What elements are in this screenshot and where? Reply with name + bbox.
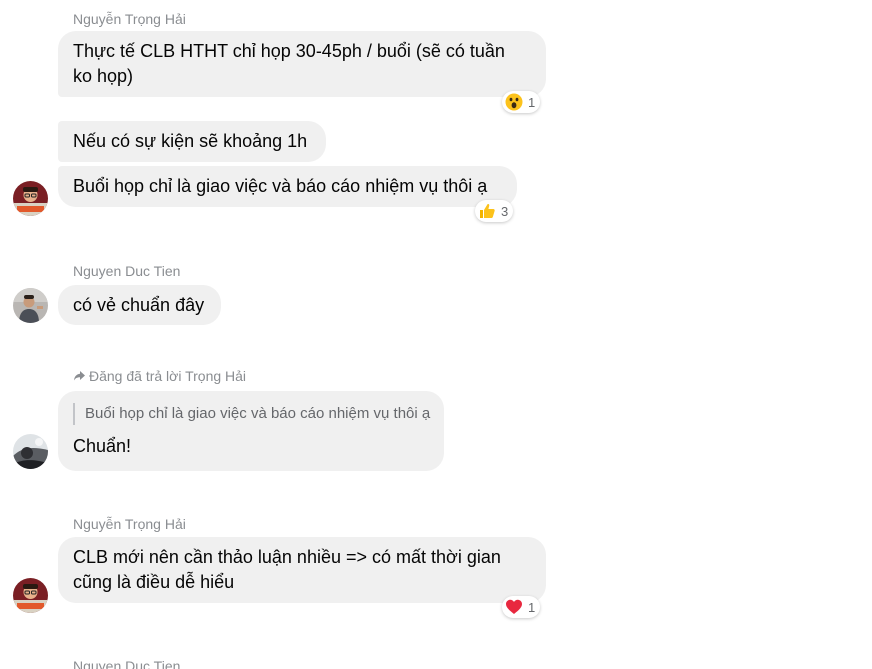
reaction-badge[interactable]: 3 — [475, 200, 514, 222]
reaction-count: 3 — [501, 203, 509, 219]
chat-thread: Nguyễn Trọng Hải Thực tế CLB HTHT chỉ họ… — [0, 0, 872, 669]
message-text-line: Chuẩn! — [73, 436, 132, 456]
message-bubble[interactable]: Thực tế CLB HTHT chỉ họp 30-45ph / buổi … — [58, 31, 546, 97]
message-bubble[interactable]: Buổi họp chỉ là giao việc và báo cáo nhi… — [58, 166, 517, 207]
sender-name: Nguyễn Trọng Hải — [73, 11, 186, 27]
avatar[interactable] — [13, 288, 48, 323]
avatar[interactable] — [13, 434, 48, 469]
message-text-line: có vẻ chuẩn đây — [73, 295, 205, 315]
avatar[interactable] — [13, 578, 48, 613]
heart-icon — [506, 599, 522, 614]
message-text-line: CLB mới nên cần thảo luận nhiều => có mấ… — [73, 547, 501, 567]
reply-header: Đăng đã trả lời Trọng Hải — [73, 368, 246, 384]
message-text-line: cũng là điều dễ hiểu — [73, 572, 235, 592]
reaction-badge[interactable]: 1 — [502, 596, 541, 618]
message-text-line: Buổi họp chỉ là giao việc và báo cáo nhi… — [73, 176, 488, 196]
reply-arrow-icon — [74, 371, 85, 381]
sender-name: Nguyen Duc Tien — [73, 263, 181, 279]
message-text-line: Nếu có sự kiện sẽ khoảng 1h — [73, 131, 308, 151]
reply-header-text: Đăng đã trả lời Trọng Hải — [89, 368, 247, 384]
reaction-badge[interactable]: 1 — [502, 91, 541, 113]
reply-message-bubble[interactable]: Buổi họp chỉ là giao việc và báo cáo nhi… — [58, 391, 444, 471]
message-text-line: ko họp) — [73, 66, 134, 86]
message-text-line: Thực tế CLB HTHT chỉ họp 30-45ph / buổi … — [73, 41, 505, 61]
message-bubble[interactable]: Nếu có sự kiện sẽ khoảng 1h — [58, 121, 326, 162]
quoted-message[interactable]: Buổi họp chỉ là giao việc và báo cáo nhi… — [73, 403, 430, 425]
wow-emoji-icon — [505, 93, 523, 111]
message-bubble[interactable]: có vẻ chuẩn đây — [58, 285, 221, 325]
message-bubble[interactable]: CLB mới nên cần thảo luận nhiều => có mấ… — [58, 537, 546, 603]
thumbs-up-icon — [480, 203, 495, 218]
sender-name: Nguyen Duc Tien — [73, 658, 181, 669]
sender-name: Nguyễn Trọng Hải — [73, 516, 186, 532]
avatar[interactable] — [13, 181, 48, 216]
reaction-count: 1 — [528, 94, 536, 110]
reaction-count: 1 — [528, 599, 536, 615]
